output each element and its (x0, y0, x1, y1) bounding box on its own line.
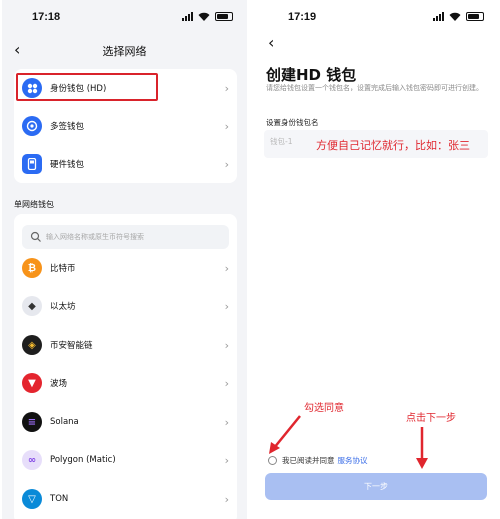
tron-icon: ▼ (22, 373, 42, 393)
wifi-icon (449, 12, 461, 21)
wallet-type-label: 硬件钱包 (50, 160, 85, 170)
bitcoin-icon: ₿ (22, 258, 42, 278)
page-title: 创建HD 钱包 (266, 66, 357, 84)
status-time: 17:18 (32, 11, 61, 23)
solana-icon: ≡ (22, 412, 42, 432)
status-time: 17:19 (288, 11, 317, 23)
battery-icon (466, 12, 484, 21)
polygon-icon: ∞ (22, 450, 42, 470)
signal-icon (182, 12, 193, 21)
wallet-type-multisig[interactable]: 多签钱包 › (14, 107, 237, 145)
status-bar: 17:18 (2, 0, 247, 36)
battery-icon (215, 12, 233, 21)
bnb-icon: ◈ (22, 335, 42, 355)
annotation-arrow-agree-icon (269, 415, 301, 454)
terms-link[interactable]: 服务协议 (338, 455, 368, 466)
ton-icon: ▽ (22, 489, 42, 509)
chevron-right-icon: › (224, 299, 229, 313)
network-label: 币安智能链 (50, 341, 93, 351)
network-item-ton[interactable]: ▽ TON › (14, 480, 237, 518)
network-label: 比特币 (50, 264, 76, 274)
wallet-type-label: 多签钱包 (50, 122, 85, 132)
page-title: 选择网络 (102, 45, 147, 58)
chevron-right-icon: › (224, 338, 229, 352)
network-item-solana[interactable]: ≡ Solana › (14, 403, 237, 441)
screenshot-frame: 17:18 ‹ 选择网络 身份钱包 (HD) › 多签钱包 › 硬件钱包 › 单… (0, 0, 500, 519)
agreement-row: 我已阅读并同意 服务协议 (268, 455, 368, 466)
network-label: Solana (50, 417, 79, 427)
chevron-right-icon: › (224, 81, 229, 95)
agree-text: 我已阅读并同意 (282, 456, 335, 465)
wallet-name-input[interactable] (270, 137, 310, 146)
network-label: 波场 (50, 379, 68, 389)
network-label: TON (50, 494, 69, 504)
right-phone-screen: 17:19 ‹ 创建HD 钱包 请您给钱包设置一个钱包名，设置完成后输入钱包密码… (254, 0, 498, 519)
chevron-right-icon: › (224, 453, 229, 467)
page-description: 请您给钱包设置一个钱包名，设置完成后输入钱包密码即可进行创建。 (266, 84, 483, 92)
search-input[interactable] (46, 233, 226, 241)
chevron-right-icon: › (224, 157, 229, 171)
chevron-right-icon: › (224, 119, 229, 133)
annotation-arrow-next-icon (416, 427, 428, 469)
chevron-right-icon: › (224, 415, 229, 429)
section-label: 单网络钱包 (14, 200, 54, 209)
search-icon (30, 231, 41, 242)
network-item-tron[interactable]: ▼ 波场 › (14, 364, 237, 402)
hardware-icon (22, 154, 42, 174)
network-item-ethereum[interactable]: ◆ 以太坊 › (14, 287, 237, 325)
chevron-right-icon: › (224, 261, 229, 275)
ethereum-icon: ◆ (22, 296, 42, 316)
annotation-next: 点击下一步 (406, 413, 456, 424)
network-label: 以太坊 (50, 302, 76, 312)
network-card: ₿ 比特币 › ◆ 以太坊 › ◈ 币安智能链 › ▼ 波场 › ≡ Solan (14, 214, 237, 519)
network-item-bitcoin[interactable]: ₿ 比特币 › (14, 249, 237, 287)
signal-icon (433, 12, 444, 21)
status-icons (433, 12, 484, 21)
highlight-box (16, 73, 158, 101)
multisig-icon (22, 116, 42, 136)
network-item-polygon[interactable]: ∞ Polygon (Matic) › (14, 441, 237, 479)
left-phone-screen: 17:18 ‹ 选择网络 身份钱包 (HD) › 多签钱包 › 硬件钱包 › 单… (2, 0, 247, 519)
status-icons (182, 12, 233, 21)
chevron-right-icon: › (224, 492, 229, 506)
agree-checkbox[interactable] (268, 456, 277, 465)
annotation-name-hint: 方便自己记忆就行，比如：张三 (316, 139, 470, 152)
field-label: 设置身份钱包名 (266, 118, 319, 127)
annotation-agree: 勾选同意 (304, 403, 344, 414)
network-label: Polygon (Matic) (50, 455, 116, 465)
wifi-icon (198, 12, 210, 21)
network-search[interactable] (22, 225, 229, 249)
next-button[interactable]: 下一步 (265, 473, 487, 500)
wallet-type-hardware[interactable]: 硬件钱包 › (14, 145, 237, 183)
status-bar: 17:19 (254, 0, 498, 36)
network-item-bnb[interactable]: ◈ 币安智能链 › (14, 326, 237, 364)
back-icon[interactable]: ‹ (268, 33, 274, 52)
chevron-right-icon: › (224, 376, 229, 390)
